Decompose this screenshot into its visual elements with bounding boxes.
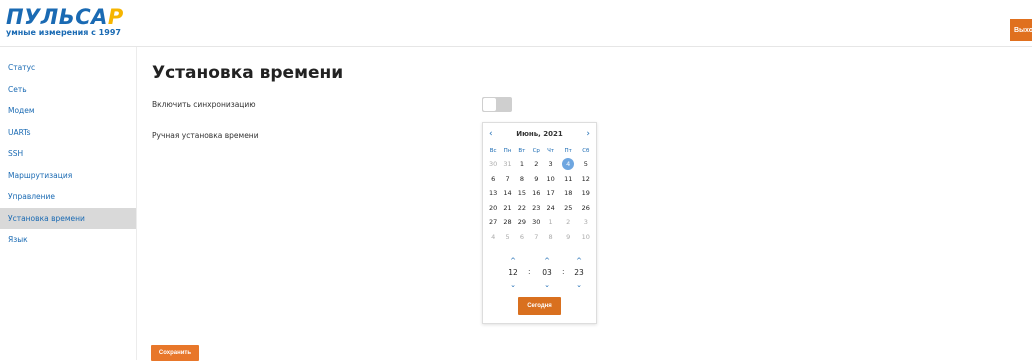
calendar-day[interactable]: 1 <box>515 157 529 172</box>
calendar-week-row: 13 14 15 16 17 18 19 <box>486 186 593 201</box>
calendar-day[interactable]: 10 <box>579 230 593 245</box>
seconds-down-icon[interactable]: ⌄ <box>569 280 589 290</box>
seconds-value[interactable]: 23 <box>569 266 589 280</box>
calendar-day[interactable]: 8 <box>543 230 557 245</box>
calendar-week-row: 30 31 1 2 3 4 5 <box>486 157 593 172</box>
calendar-day[interactable]: 15 <box>515 186 529 201</box>
calendar-day[interactable]: 14 <box>500 186 514 201</box>
calendar-day[interactable]: 4 <box>486 230 500 245</box>
calendar-day[interactable]: 1 <box>543 215 557 230</box>
datetime-picker: ‹ Июнь, 2021 › Вс Пн Вт Ср Чт Пт Сб 30 31 1 2 3 4 5 6… <box>482 122 597 324</box>
sidebar-item[interactable]: Язык <box>0 229 136 251</box>
sidebar-item[interactable]: UARTs <box>0 122 136 144</box>
calendar-day[interactable]: 30 <box>529 215 543 230</box>
calendar-header: ‹ Июнь, 2021 › <box>483 129 596 143</box>
calendar-day[interactable]: 11 <box>558 172 579 187</box>
calendar-day[interactable]: 17 <box>543 186 557 201</box>
sync-toggle[interactable] <box>482 97 512 112</box>
calendar-day[interactable]: 23 <box>529 201 543 216</box>
weekday-label: Сб <box>582 148 590 154</box>
calendar-day[interactable]: 2 <box>529 157 543 172</box>
calendar-day[interactable]: 6 <box>486 172 500 187</box>
weekday-label: Вс <box>489 148 497 154</box>
calendar-day[interactable]: 7 <box>529 230 543 245</box>
minutes-up-icon[interactable]: ^ <box>537 256 557 266</box>
calendar-day[interactable]: 4 <box>558 157 579 172</box>
calendar-day[interactable]: 8 <box>515 172 529 187</box>
calendar-day[interactable]: 21 <box>500 201 514 216</box>
calendar-week-row: 20 21 22 23 24 25 26 <box>486 201 593 216</box>
weekday-label: Пт <box>564 148 572 154</box>
chevron-right-icon[interactable]: › <box>586 129 590 139</box>
calendar-day[interactable]: 22 <box>515 201 529 216</box>
minutes-column: ^ 03 ⌄ <box>537 256 557 290</box>
time-separator: : <box>562 267 565 276</box>
calendar-day[interactable]: 25 <box>558 201 579 216</box>
minutes-value[interactable]: 03 <box>537 266 557 280</box>
hours-up-icon[interactable]: ^ <box>503 256 523 266</box>
calendar-day[interactable]: 28 <box>500 215 514 230</box>
calendar-day[interactable]: 2 <box>558 215 579 230</box>
time-selector: ^ 12 ⌄ : ^ 03 ⌄ : ^ 23 ⌄ <box>483 256 596 292</box>
time-separator: : <box>528 267 531 276</box>
weekday-label: Пн <box>503 148 512 154</box>
minutes-down-icon[interactable]: ⌄ <box>537 280 557 290</box>
logo-tagline: умные измерения с 1997 <box>6 28 121 37</box>
toggle-knob <box>483 98 496 111</box>
exit-button[interactable]: Выход <box>1010 19 1032 41</box>
sidebar-item[interactable]: Управление <box>0 186 136 208</box>
seconds-up-icon[interactable]: ^ <box>569 256 589 266</box>
logo-wordmark: ПУЛЬСАР <box>6 5 124 29</box>
calendar-day[interactable]: 30 <box>486 157 500 172</box>
calendar-day[interactable]: 3 <box>579 215 593 230</box>
weekday-label: Чт <box>547 148 555 154</box>
today-button[interactable]: Сегодня <box>518 297 561 315</box>
brand-logo[interactable]: ПУЛЬСАР умные измерения с 1997 <box>6 7 126 41</box>
calendar-grid: Вс Пн Вт Ср Чт Пт Сб 30 31 1 2 3 4 5 6 7 8 9 10 11 12 13 14 15… <box>486 145 593 244</box>
calendar-day[interactable]: 29 <box>515 215 529 230</box>
sidebar-item[interactable]: Маршрутизация <box>0 165 136 187</box>
calendar-day[interactable]: 6 <box>515 230 529 245</box>
save-button[interactable]: Сохранить <box>151 345 199 361</box>
calendar-day[interactable]: 3 <box>543 157 557 172</box>
calendar-day[interactable]: 26 <box>579 201 593 216</box>
sync-label: Включить синхронизацию <box>152 100 256 109</box>
calendar-day[interactable]: 7 <box>500 172 514 187</box>
weekday-label: Вт <box>518 148 526 154</box>
calendar-day[interactable]: 13 <box>486 186 500 201</box>
page-title: Установка времени <box>152 63 344 83</box>
calendar-day[interactable]: 24 <box>543 201 557 216</box>
manual-time-label: Ручная установка времени <box>152 131 259 140</box>
calendar-week-row: 6 7 8 9 10 11 12 <box>486 172 593 187</box>
seconds-column: ^ 23 ⌄ <box>569 256 589 290</box>
calendar-day[interactable]: 27 <box>486 215 500 230</box>
calendar-month-title[interactable]: Июнь, 2021 <box>483 130 596 138</box>
sidebar-item[interactable]: Сеть <box>0 79 136 101</box>
top-header: ПУЛЬСАР умные измерения с 1997 Выход <box>0 0 1032 47</box>
hours-down-icon[interactable]: ⌄ <box>503 280 523 290</box>
calendar-day[interactable]: 19 <box>579 186 593 201</box>
sidebar-nav: Статус Сеть Модем UARTs SSH Маршрутизация Упра… <box>0 47 137 360</box>
calendar-week-row: 4 5 6 7 8 9 10 <box>486 230 593 245</box>
selected-day[interactable]: 4 <box>562 158 575 171</box>
sidebar-item[interactable]: SSH <box>0 143 136 165</box>
calendar-day[interactable]: 5 <box>579 157 593 172</box>
calendar-day[interactable]: 18 <box>558 186 579 201</box>
calendar-day[interactable]: 31 <box>500 157 514 172</box>
calendar-day[interactable]: 9 <box>558 230 579 245</box>
calendar-day[interactable]: 9 <box>529 172 543 187</box>
calendar-week-row: 27 28 29 30 1 2 3 <box>486 215 593 230</box>
weekday-label: Ср <box>532 148 540 154</box>
weekday-row: Вс Пн Вт Ср Чт Пт Сб <box>486 145 593 157</box>
calendar-day[interactable]: 12 <box>579 172 593 187</box>
sidebar-item[interactable]: Модем <box>0 100 136 122</box>
hours-column: ^ 12 ⌄ <box>503 256 523 290</box>
calendar-day[interactable]: 10 <box>543 172 557 187</box>
sidebar-item[interactable]: Статус <box>0 57 136 79</box>
hours-value[interactable]: 12 <box>503 266 523 280</box>
calendar-day[interactable]: 20 <box>486 201 500 216</box>
sidebar-item[interactable]: Установка времени <box>0 207 136 229</box>
calendar-day[interactable]: 5 <box>500 230 514 245</box>
calendar-day[interactable]: 16 <box>529 186 543 201</box>
